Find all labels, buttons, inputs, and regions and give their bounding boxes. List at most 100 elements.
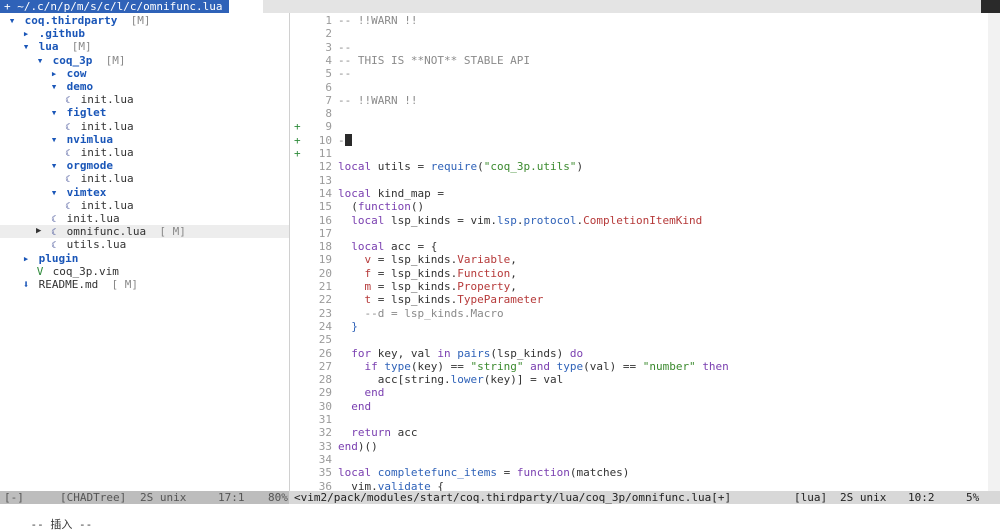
code-line[interactable]: 23 --d = lsp_kinds.Macro bbox=[290, 307, 988, 320]
tree-item[interactable]: ☾ init.lua bbox=[0, 146, 289, 159]
code-text: local completefunc_items = function(matc… bbox=[338, 466, 630, 480]
folder-icon: ▾ bbox=[50, 80, 58, 93]
tree-item-label: .github bbox=[32, 27, 85, 41]
code-line[interactable]: +10- bbox=[290, 133, 988, 147]
command-line[interactable]: -- 插入 -- bbox=[0, 504, 1000, 531]
tree-item-label: omnifunc.lua bbox=[60, 225, 147, 239]
code-line[interactable]: 35 local completefunc_items = function(ma… bbox=[290, 466, 988, 479]
markdown-file-icon: ⬇ bbox=[22, 278, 30, 291]
tree-item[interactable]: ☾ init.lua bbox=[0, 212, 289, 225]
tree-item[interactable]: ☾ init.lua bbox=[0, 93, 289, 106]
folder-icon: ▸ bbox=[50, 66, 58, 80]
code-line[interactable]: 30 end bbox=[290, 400, 988, 413]
line-number: 22 bbox=[318, 293, 332, 307]
code-text: end bbox=[351, 399, 372, 413]
tree-item-label: orgmode bbox=[60, 159, 113, 173]
tab-path: ~/.c/n/p/m/s/c/l/c/omnifunc.lua bbox=[17, 0, 223, 13]
tree-item[interactable]: ▾ orgmode bbox=[0, 159, 289, 172]
code-line[interactable]: 34 bbox=[290, 453, 988, 466]
tree-item[interactable]: ☾ init.lua bbox=[0, 172, 289, 185]
tab-close-area[interactable] bbox=[981, 0, 1000, 13]
code-line[interactable]: 13 bbox=[290, 174, 988, 187]
line-number: 29 bbox=[318, 386, 332, 400]
folder-icon: ▸ bbox=[22, 251, 30, 265]
code-text: if type(key) == "string" and type(val) =… bbox=[364, 359, 729, 373]
code-line[interactable]: +11 bbox=[290, 147, 988, 160]
tree-item[interactable]: ▾ vimtex bbox=[0, 186, 289, 199]
scrollbar[interactable] bbox=[988, 13, 1000, 491]
line-number: 7 bbox=[325, 93, 332, 107]
git-added-sign: + bbox=[294, 120, 301, 134]
tree-item[interactable]: ▸ .github bbox=[0, 27, 289, 40]
text-cursor bbox=[344, 133, 352, 146]
code-line[interactable]: 20 f = lsp_kinds.Function, bbox=[290, 267, 988, 280]
line-number: 10 bbox=[318, 133, 332, 147]
code-line[interactable]: 19 v = lsp_kinds.Variable, bbox=[290, 253, 988, 266]
tree-item-label: coq_3p bbox=[46, 53, 93, 67]
code-line[interactable]: +9 bbox=[290, 120, 988, 133]
tree-item[interactable]: ▾ coq_3p [M] bbox=[0, 54, 289, 67]
code-line[interactable]: 15 (function() bbox=[290, 200, 988, 213]
code-line[interactable]: 4 -- THIS IS **NOT** STABLE API bbox=[290, 54, 988, 67]
tree-item[interactable]: ▾ demo bbox=[0, 80, 289, 93]
code-text: local acc = { bbox=[351, 240, 438, 254]
code-line[interactable]: 24 } bbox=[290, 320, 988, 333]
code-line[interactable]: 3 -- bbox=[290, 41, 988, 54]
file-tree: ▾ coq.thirdparty [M] ▸ .github ▾ lua [M] ▾ … bbox=[0, 13, 289, 491]
status-file-path: <vim2/pack/modules/start/coq.thirdparty/… bbox=[294, 491, 732, 504]
code-line[interactable]: 17 bbox=[290, 227, 988, 240]
tree-item[interactable]: ▾ lua [M] bbox=[0, 40, 289, 53]
code-text: -- THIS IS **NOT** STABLE API bbox=[338, 53, 531, 67]
tree-item[interactable]: ▾ figlet bbox=[0, 106, 289, 119]
chevron-down-icon: ▾ bbox=[8, 14, 16, 27]
tree-item-label: init.lua bbox=[60, 212, 120, 225]
code-line[interactable]: 6 bbox=[290, 81, 988, 94]
folder-icon: ▾ bbox=[50, 185, 58, 199]
line-number: 14 bbox=[318, 186, 332, 200]
line-number: 16 bbox=[318, 213, 332, 227]
editor-pane[interactable]: 1 -- !!WARN !! 2 3 -- 4 -- THIS IS **NOT** STA… bbox=[290, 13, 988, 491]
code-line[interactable]: 7 -- !!WARN !! bbox=[290, 94, 988, 107]
tree-item-label: init.lua bbox=[74, 172, 134, 186]
code-line[interactable]: 18 local acc = { bbox=[290, 240, 988, 253]
status-filetype: [lua] bbox=[794, 491, 828, 504]
git-status-badge: [M] bbox=[92, 53, 126, 67]
code-line[interactable]: 27 if type(key) == "string" and type(val… bbox=[290, 360, 988, 373]
code-line[interactable]: 12 local utils = require("coq_3p.utils") bbox=[290, 160, 988, 173]
tree-item[interactable]: ☾ utils.lua bbox=[0, 238, 289, 251]
code-text: end)() bbox=[338, 439, 378, 453]
code-line[interactable]: 25 bbox=[290, 333, 988, 346]
code-text: acc[string.lower(key)] = val bbox=[338, 373, 564, 387]
code-line[interactable]: 32 return acc bbox=[290, 426, 988, 439]
tree-item[interactable]: ▾ coq.thirdparty [M] bbox=[0, 14, 289, 27]
tree-item[interactable]: ☾ init.lua bbox=[0, 199, 289, 212]
tree-item-label: coq.thirdparty bbox=[18, 14, 118, 27]
tree-item[interactable]: V coq_3p.vim bbox=[0, 265, 289, 278]
code-line[interactable]: 21 m = lsp_kinds.Property, bbox=[290, 280, 988, 293]
code-line[interactable]: 1 -- !!WARN !! bbox=[290, 14, 988, 27]
code-line[interactable]: 8 bbox=[290, 107, 988, 120]
tree-item[interactable]: ☾ init.lua bbox=[0, 120, 289, 133]
code-line[interactable]: 29 end bbox=[290, 386, 988, 399]
code-line[interactable]: 22 t = lsp_kinds.TypeParameter bbox=[290, 293, 988, 306]
folder-icon: ▾ bbox=[50, 132, 58, 146]
status-left-encoding: 2S unix bbox=[140, 491, 187, 504]
tab-active[interactable]: + ~/.c/n/p/m/s/c/l/c/omnifunc.lua bbox=[0, 0, 229, 13]
line-number: 33 bbox=[318, 439, 332, 453]
tree-item[interactable]: ⬇ README.md [ M] bbox=[0, 278, 289, 291]
code-line[interactable]: 16 local lsp_kinds = vim.lsp.protocol.Co… bbox=[290, 214, 988, 227]
code-line[interactable]: 5 -- bbox=[290, 67, 988, 80]
git-added-sign: + bbox=[294, 133, 301, 147]
code-line[interactable]: 33 end)() bbox=[290, 440, 988, 453]
code-line[interactable]: 14 local kind_map = bbox=[290, 187, 988, 200]
tree-item[interactable]: ▾ nvimlua bbox=[0, 133, 289, 146]
code-line[interactable]: 36 vim.validate { bbox=[290, 480, 988, 492]
code-line[interactable]: 2 bbox=[290, 27, 988, 40]
line-number: 27 bbox=[318, 359, 332, 373]
code-line[interactable]: 31 bbox=[290, 413, 988, 426]
tree-item[interactable]: ▶ ☾ omnifunc.lua [ M] bbox=[0, 225, 289, 239]
tree-item[interactable]: ▸ plugin bbox=[0, 252, 289, 265]
code-line[interactable]: 26 for key, val in pairs(lsp_kinds) do bbox=[290, 347, 988, 360]
tree-item[interactable]: ▸ cow bbox=[0, 67, 289, 80]
code-line[interactable]: 28 acc[string.lower(key)] = val bbox=[290, 373, 988, 386]
